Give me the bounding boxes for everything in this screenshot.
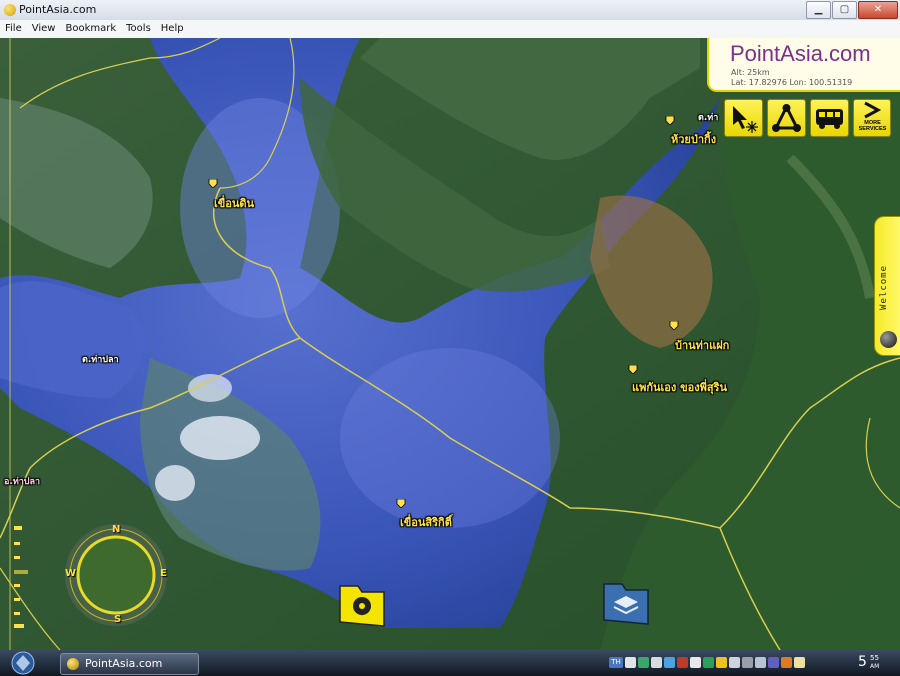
altitude-text: Alt: 25km xyxy=(731,68,770,77)
close-button[interactable]: ✕ xyxy=(858,1,898,19)
window-title: PointAsia.com xyxy=(19,3,97,16)
bus-button[interactable] xyxy=(810,99,849,137)
folder-pin-icon xyxy=(339,585,385,627)
map-label-ban-thaefak[interactable]: บ้านท่าแฝก xyxy=(675,336,729,354)
tray-shield-icon[interactable] xyxy=(703,657,714,668)
tray-security-icon[interactable] xyxy=(677,657,688,668)
clock-hour: 5 xyxy=(858,654,867,670)
tray-network-icon[interactable] xyxy=(638,657,649,668)
taskbar-app-button[interactable]: PointAsia.com xyxy=(60,653,199,675)
place-pin-icon[interactable] xyxy=(208,179,218,188)
tray-display-icon[interactable] xyxy=(729,657,740,668)
map-label-dam-din[interactable]: เขื่อนดิน xyxy=(214,194,254,212)
menu-tools[interactable]: Tools xyxy=(121,20,156,38)
menu-bookmark[interactable]: Bookmark xyxy=(60,20,121,38)
tray-wand-icon[interactable] xyxy=(794,657,805,668)
coordinates-text: Lat: 17.82976 Lon: 100.51319 xyxy=(731,78,853,87)
map-label-sirikit-dam[interactable]: เขื่อนสิริกิติ์ xyxy=(400,513,452,531)
more-services-button[interactable]: MORE SERVICES xyxy=(853,99,891,137)
cursor-tool-icon xyxy=(733,106,758,133)
pointasia-app-icon xyxy=(67,658,79,670)
zoom-slider[interactable] xyxy=(10,518,30,638)
minimize-button[interactable]: ▁ xyxy=(806,1,831,19)
welcome-tab-label: Welcome xyxy=(879,265,889,310)
maximize-button[interactable]: ▢ xyxy=(832,1,857,19)
tray-window-icon[interactable] xyxy=(651,657,662,668)
more-services-label: MORE SERVICES xyxy=(858,120,887,132)
layers-folder-button[interactable] xyxy=(602,580,650,630)
place-pin-icon[interactable] xyxy=(669,321,679,330)
os-taskbar: PointAsia.com TH 5 55 AM xyxy=(0,650,900,676)
tray-app-icon[interactable] xyxy=(625,657,636,668)
altitude-readout: Alt: 25km Lat: 17.82976 Lon: 100.51319 xyxy=(731,68,852,88)
compass-south: S xyxy=(114,614,122,625)
map-label-resort[interactable]: แพกันเอง ของพี่สุริน xyxy=(632,378,727,396)
window-titlebar: PointAsia.com ▁ ▢ ✕ xyxy=(0,0,900,21)
menu-view[interactable]: View xyxy=(27,20,61,38)
tray-chat-icon[interactable] xyxy=(690,657,701,668)
brand-logo-text: PointAsia.com xyxy=(730,41,871,66)
tray-alert-icon[interactable] xyxy=(716,657,727,668)
bus-icon xyxy=(816,109,843,129)
tray-keyboard-icon[interactable] xyxy=(755,657,766,668)
place-pin-icon[interactable] xyxy=(396,499,406,508)
compass-north: N xyxy=(112,524,121,535)
place-pin-icon[interactable] xyxy=(665,116,675,125)
navigation-compass[interactable]: N E S W xyxy=(63,522,169,628)
tray-sync-icon[interactable] xyxy=(664,657,675,668)
menu-help[interactable]: Help xyxy=(156,20,189,38)
place-folder-button[interactable] xyxy=(338,582,386,632)
map-label-tambon-tha[interactable]: ต.ท่า xyxy=(698,110,718,124)
tray-3d-icon[interactable] xyxy=(768,657,779,668)
layers-icon xyxy=(603,583,649,625)
compass-west: W xyxy=(65,568,77,579)
language-indicator[interactable]: TH xyxy=(609,657,623,668)
compass-east: E xyxy=(160,568,167,579)
system-tray: TH xyxy=(608,653,806,673)
map-label-huai-pakling[interactable]: ห้วยป่ากิ้ง xyxy=(671,130,716,148)
map-label-amphoe-thapla[interactable]: อ.ท่าปลา xyxy=(4,474,40,488)
more-services-icon xyxy=(864,101,882,119)
compass-icon xyxy=(65,524,167,626)
welcome-tab[interactable]: Welcome xyxy=(874,216,900,356)
menu-bar: File View Bookmark Tools Help xyxy=(0,20,900,39)
satellite-map[interactable]: เขื่อนดิน เขื่อนสิริกิติ์ ต.ท่าปลา อ.ท่า… xyxy=(0,38,900,650)
tray-grid-icon[interactable] xyxy=(742,657,753,668)
start-button[interactable] xyxy=(8,650,38,676)
taskbar-clock[interactable]: 5 55 AM xyxy=(858,653,898,673)
welcome-knob-icon[interactable] xyxy=(880,331,897,348)
brand-info-panel: PointAsia.com Alt: 25km Lat: 17.82976 Lo… xyxy=(707,38,900,92)
app-icon xyxy=(4,4,16,16)
clock-ampm: AM xyxy=(870,663,880,670)
window-controls: ▁ ▢ ✕ xyxy=(805,1,898,19)
network-button[interactable] xyxy=(767,99,806,137)
cursor-tool-button[interactable] xyxy=(724,99,763,137)
taskbar-app-label: PointAsia.com xyxy=(85,657,163,670)
menu-file[interactable]: File xyxy=(0,20,27,38)
map-label-tambon-thapla[interactable]: ต.ท่าปลา xyxy=(82,352,119,366)
clock-minute: 55 xyxy=(870,654,879,662)
place-pin-icon[interactable] xyxy=(628,365,638,374)
network-icon xyxy=(772,103,801,132)
tray-tool-icon[interactable] xyxy=(781,657,792,668)
